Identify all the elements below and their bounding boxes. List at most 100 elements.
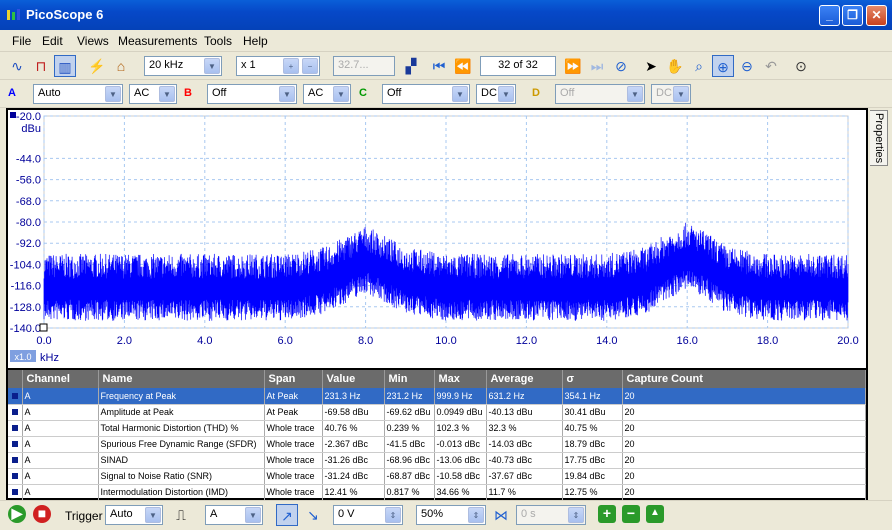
cell-min: 0.817 % <box>384 484 435 501</box>
channel-d-coupling[interactable]: DC ▼ <box>651 84 691 104</box>
capture-counter[interactable]: 32 of 32 <box>480 56 556 76</box>
spinner-icon[interactable]: ⇕ <box>385 507 401 523</box>
timebase-select[interactable]: 20 kHz ▼ <box>144 56 222 76</box>
restore-button[interactable]: ❐ <box>842 5 863 26</box>
start-icon[interactable]: ▶ <box>8 505 26 523</box>
cell-min: 0.239 % <box>384 420 435 437</box>
cell-channel: A <box>22 484 99 501</box>
channel-d-label[interactable]: D <box>532 87 540 99</box>
header-sigma[interactable]: σ <box>562 370 623 388</box>
multiplier-select[interactable]: x 1 + − <box>236 56 320 76</box>
channel-b-range[interactable]: Off ▼ <box>207 84 297 104</box>
add-measurement-icon[interactable]: + <box>598 505 616 523</box>
channel-c-coupling[interactable]: DC ▼ <box>476 84 516 104</box>
compass-icon[interactable]: ⊘ <box>610 55 632 77</box>
auto-setup-icon[interactable]: ⚡ <box>86 55 108 77</box>
chevron-down-icon: ▼ <box>105 86 121 102</box>
y-tick-label: -116.0 <box>11 281 41 293</box>
pre-trigger-field[interactable]: 50% ⇕ <box>416 505 486 525</box>
channel-a-coupling[interactable]: AC ▼ <box>129 84 177 104</box>
properties-tab[interactable]: Properties <box>870 110 888 166</box>
measurement-row[interactable]: A Spurious Free Dynamic Range (SFDR) Whole… <box>8 436 866 453</box>
default-setup-icon[interactable]: ⌂ <box>110 55 132 77</box>
measurement-row[interactable]: A Intermodulation Distortion (IMD) Whole t… <box>8 484 866 501</box>
x-tick-label: 0.0 <box>36 335 51 347</box>
zoom-reset-icon[interactable]: ⊙ <box>790 55 812 77</box>
persistence-mode-icon[interactable]: ⊓ <box>30 55 52 77</box>
first-capture-icon[interactable]: ⏮ <box>428 55 450 77</box>
menu-file[interactable]: File <box>12 34 31 48</box>
measurement-row[interactable]: A Amplitude at Peak At Peak -69.58 dBu -69.6… <box>8 404 866 421</box>
menu-measurements[interactable]: Measurements <box>118 34 197 48</box>
zoom-icon[interactable]: ⌕ <box>688 55 710 77</box>
header-channel[interactable]: Channel <box>22 370 99 388</box>
rising-edge-icon[interactable]: ↗ <box>276 504 298 526</box>
cell-channel: A <box>22 468 99 485</box>
hand-icon[interactable]: ✋ <box>664 55 686 77</box>
header-average[interactable]: Average <box>486 370 563 388</box>
spectrum-mode-icon[interactable]: ▥ <box>54 55 76 77</box>
cell-channel: A <box>22 436 99 453</box>
channel-c-range[interactable]: Off ▼ <box>382 84 470 104</box>
trigger-mode-select[interactable]: Auto ▼ <box>105 505 163 525</box>
header-max[interactable]: Max <box>434 370 487 388</box>
remove-measurement-icon[interactable]: − <box>622 505 640 523</box>
scope-mode-icon[interactable]: ∿ <box>6 55 28 77</box>
y-tick-label: -20.0 <box>16 111 41 123</box>
zoom-in-icon[interactable]: ⊕ <box>712 55 734 77</box>
trigger-toolbar: ▶ ■ Trigger Auto ▼ ⎍ A ▼ ↗ ↘ 0 V ⇕ 50% ⇕ ⋈ 0… <box>0 500 892 530</box>
cell-capture-count: 20 <box>622 452 866 469</box>
channel-a-range[interactable]: Auto ▼ <box>33 84 123 104</box>
measurement-row[interactable]: A Signal to Noise Ratio (SNR) Whole trace -… <box>8 468 866 485</box>
main-toolbar: ∿ ⊓ ▥ ⚡ ⌂ 20 kHz ▼ x 1 + − 32.7... ▞ ⏮ ⏪… <box>0 52 892 80</box>
close-button[interactable]: ✕ <box>866 5 887 26</box>
resolution-icon[interactable]: ▞ <box>400 55 422 77</box>
cell-max: -13.06 dBc <box>434 452 487 469</box>
edit-measurement-icon[interactable]: ▲ <box>646 505 664 523</box>
minimize-button[interactable]: _ <box>819 5 840 26</box>
cell-value: -69.58 dBu <box>322 404 385 421</box>
spectrum-chart[interactable]: -20.0 -44.0 -56.0 -68.0 -80.0 -92.0 -104.0 -116… <box>8 110 866 368</box>
header-name[interactable]: Name <box>98 370 265 388</box>
header-span[interactable]: Span <box>264 370 323 388</box>
previous-capture-icon[interactable]: ⏪ <box>452 55 474 77</box>
spectrum-plot-panel[interactable]: -20.0 -44.0 -56.0 -68.0 -80.0 -92.0 -104.0 -116… <box>8 110 866 368</box>
header-capture-count[interactable]: Capture Count <box>622 370 866 388</box>
pointer-icon[interactable]: ➤ <box>640 55 662 77</box>
capture-counter-value: 32 of 32 <box>498 59 538 71</box>
cell-span: Whole trace <box>264 420 323 437</box>
plus-icon[interactable]: + <box>283 58 299 74</box>
chevron-down-icon: ▼ <box>279 86 295 102</box>
falling-edge-icon[interactable]: ↘ <box>302 504 324 526</box>
x-tick-label: 10.0 <box>435 335 456 347</box>
advanced-trigger-icon[interactable]: ⎍ <box>170 504 192 526</box>
trigger-source-select[interactable]: A ▼ <box>205 505 263 525</box>
zoom-out-icon[interactable]: ⊖ <box>736 55 758 77</box>
menu-help[interactable]: Help <box>243 34 268 48</box>
cell-value: 12.41 % <box>322 484 385 501</box>
minus-icon[interactable]: − <box>302 58 318 74</box>
channel-c-coupling-value: DC <box>481 87 497 99</box>
delay-icon[interactable]: ⋈ <box>490 504 512 526</box>
channel-b-coupling[interactable]: AC ▼ <box>303 84 351 104</box>
channel-b-label[interactable]: B <box>184 87 192 99</box>
cell-channel: A <box>22 452 99 469</box>
menu-tools[interactable]: Tools <box>204 34 232 48</box>
channel-d-range[interactable]: Off ▼ <box>555 84 645 104</box>
measurement-row[interactable]: A Frequency at Peak At Peak 231.3 Hz 231.2 H… <box>8 388 866 405</box>
threshold-field[interactable]: 0 V ⇕ <box>333 505 403 525</box>
measurement-row[interactable]: A SINAD Whole trace -31.26 dBc -68.96 dBc -13… <box>8 452 866 469</box>
menu-edit[interactable]: Edit <box>42 34 63 48</box>
menu-views[interactable]: Views <box>77 34 109 48</box>
channel-a-label[interactable]: A <box>8 87 16 99</box>
spinner-icon[interactable]: ⇕ <box>468 507 484 523</box>
measurement-row[interactable]: A Total Harmonic Distortion (THD) % Whole … <box>8 420 866 437</box>
cell-sigma: 17.75 dBc <box>562 452 623 469</box>
measurements-header-row: Channel Name Span Value Min Max Average … <box>8 370 866 388</box>
cell-capture-count: 20 <box>622 468 866 485</box>
stop-icon[interactable]: ■ <box>33 505 51 523</box>
header-value[interactable]: Value <box>322 370 385 388</box>
channel-c-label[interactable]: C <box>359 87 367 99</box>
header-min[interactable]: Min <box>384 370 435 388</box>
channel-b-coupling-value: AC <box>308 87 324 99</box>
